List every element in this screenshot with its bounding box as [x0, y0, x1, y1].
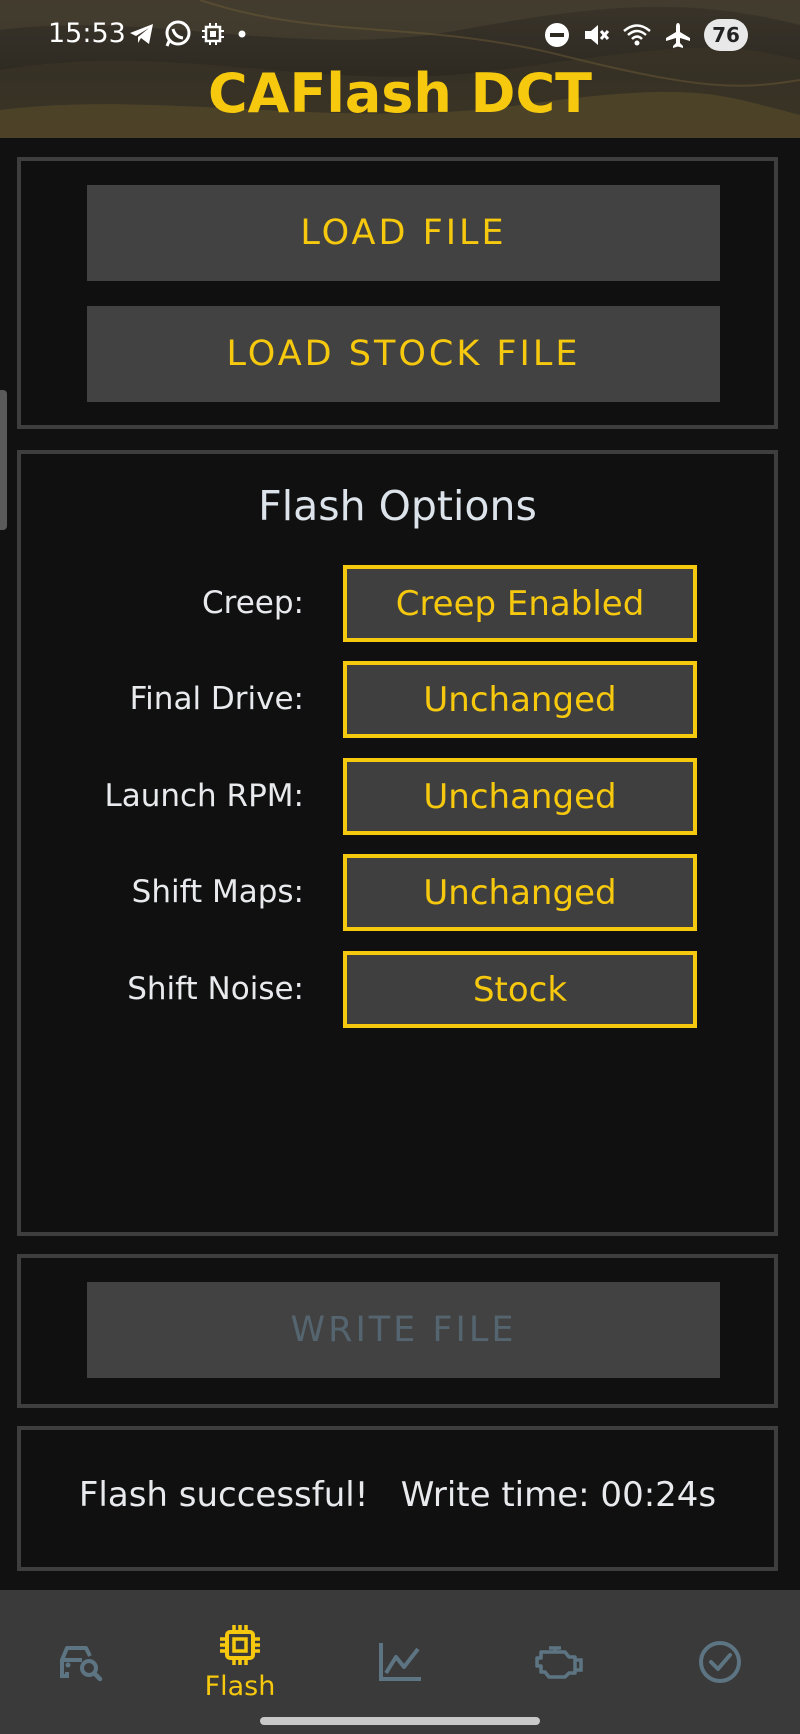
nav-item-diagnostics[interactable]	[0, 1590, 160, 1734]
airplane-mode-icon	[666, 23, 690, 48]
load-stock-file-button[interactable]: LOAD STOCK FILE	[87, 306, 720, 402]
check-circle-icon	[699, 1641, 741, 1683]
shift-noise-select[interactable]: Stock	[343, 951, 697, 1028]
file-load-panel: LOAD FILE LOAD STOCK FILE	[17, 157, 778, 429]
flash-status-message: Flash successful! Write time: 00:24s	[78, 1475, 717, 1515]
status-bar: 15:53 76	[0, 0, 800, 70]
mute-icon	[585, 25, 610, 45]
creep-select[interactable]: Creep Enabled	[343, 565, 697, 642]
bottom-navigation: Flash	[0, 1590, 800, 1734]
launch-rpm-select[interactable]: Unchanged	[343, 758, 697, 835]
chip-icon	[220, 1624, 260, 1665]
app-title: CAFlash DCT	[208, 62, 592, 125]
nav-label-flash: Flash	[204, 1670, 276, 1702]
side-edge-handle[interactable]	[0, 390, 7, 530]
write-file-button[interactable]: WRITE FILE	[87, 1282, 720, 1378]
telegram-icon	[130, 24, 153, 44]
write-panel: WRITE FILE	[17, 1254, 778, 1408]
load-file-button[interactable]: LOAD FILE	[87, 185, 720, 281]
nav-item-flash[interactable]: Flash	[160, 1590, 320, 1734]
app-screen: 15:53 76 CAFlash DCT LOAD FILE LOAD STOC…	[0, 0, 800, 1734]
flash-options-title: Flash Options	[258, 482, 537, 530]
creep-label: Creep:	[202, 585, 304, 621]
engine-icon	[535, 1646, 583, 1679]
dot-icon	[238, 30, 246, 38]
do-not-disturb-icon	[545, 23, 569, 47]
system-status-icons: 76	[544, 19, 748, 51]
chip-status-icon	[202, 23, 224, 45]
wifi-icon	[623, 24, 651, 46]
flash-options-panel: Flash Options Creep: Creep Enabled Final…	[17, 450, 778, 1236]
chart-icon	[379, 1643, 421, 1681]
nav-item-datalog[interactable]	[320, 1590, 480, 1734]
battery-indicator: 76	[704, 19, 748, 51]
shift-maps-label: Shift Maps:	[131, 874, 304, 910]
launch-rpm-label: Launch RPM:	[104, 778, 304, 814]
final-drive-label: Final Drive:	[129, 681, 304, 717]
car-search-icon	[60, 1646, 103, 1682]
home-gesture-bar[interactable]	[260, 1717, 540, 1725]
notification-icons	[128, 20, 250, 48]
nav-item-engine[interactable]	[480, 1590, 640, 1734]
app-header: 15:53 76 CAFlash DCT	[0, 0, 800, 138]
shift-noise-label: Shift Noise:	[127, 971, 304, 1007]
shift-maps-select[interactable]: Unchanged	[343, 854, 697, 931]
nav-item-status[interactable]	[640, 1590, 800, 1734]
whatsapp-icon	[165, 20, 191, 47]
status-time: 15:53	[48, 18, 126, 49]
status-panel: Flash successful! Write time: 00:24s	[17, 1426, 778, 1571]
final-drive-select[interactable]: Unchanged	[343, 661, 697, 738]
